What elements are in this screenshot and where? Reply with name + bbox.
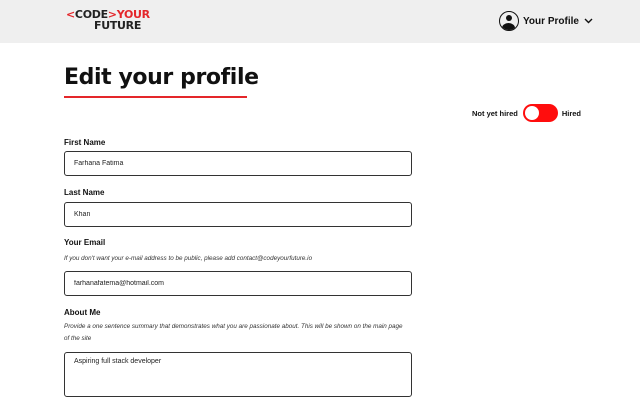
email-label: Your Email (64, 238, 106, 247)
profile-menu-label: Your Profile (523, 15, 579, 27)
toggle-label-hired: Hired (561, 108, 582, 118)
last-name-label: Last Name (64, 188, 105, 197)
chevron-down-icon (584, 18, 593, 24)
page-title: Edit your profile (64, 65, 259, 90)
about-me-label: About Me (64, 308, 101, 317)
hired-toggle-group: Not yet hired Hired (472, 104, 581, 122)
about-me-hint: Provide a one sentence summary that demo… (64, 323, 403, 342)
profile-menu-button[interactable]: Your Profile (499, 10, 593, 32)
hired-toggle-switch[interactable] (522, 104, 558, 122)
first-name-input[interactable] (64, 151, 412, 176)
last-name-input[interactable] (64, 202, 412, 227)
email-input[interactable] (64, 271, 412, 296)
email-hint: If you don't want your e-mail address to… (64, 255, 313, 262)
toggle-label-not-hired: Not yet hired (472, 108, 518, 118)
logo-bracket-open: < (66, 8, 75, 21)
site-header: <CODE>YOUR FUTURE Your Profile (0, 0, 640, 43)
user-circle-icon (499, 11, 519, 31)
cyf-logo[interactable]: <CODE>YOUR FUTURE (66, 9, 150, 31)
toggle-knob (524, 106, 539, 120)
title-underline (64, 96, 247, 98)
about-me-textarea[interactable]: Aspiring full stack developer (64, 352, 412, 397)
logo-future: FUTURE (94, 19, 142, 32)
first-name-label: First Name (64, 138, 106, 147)
